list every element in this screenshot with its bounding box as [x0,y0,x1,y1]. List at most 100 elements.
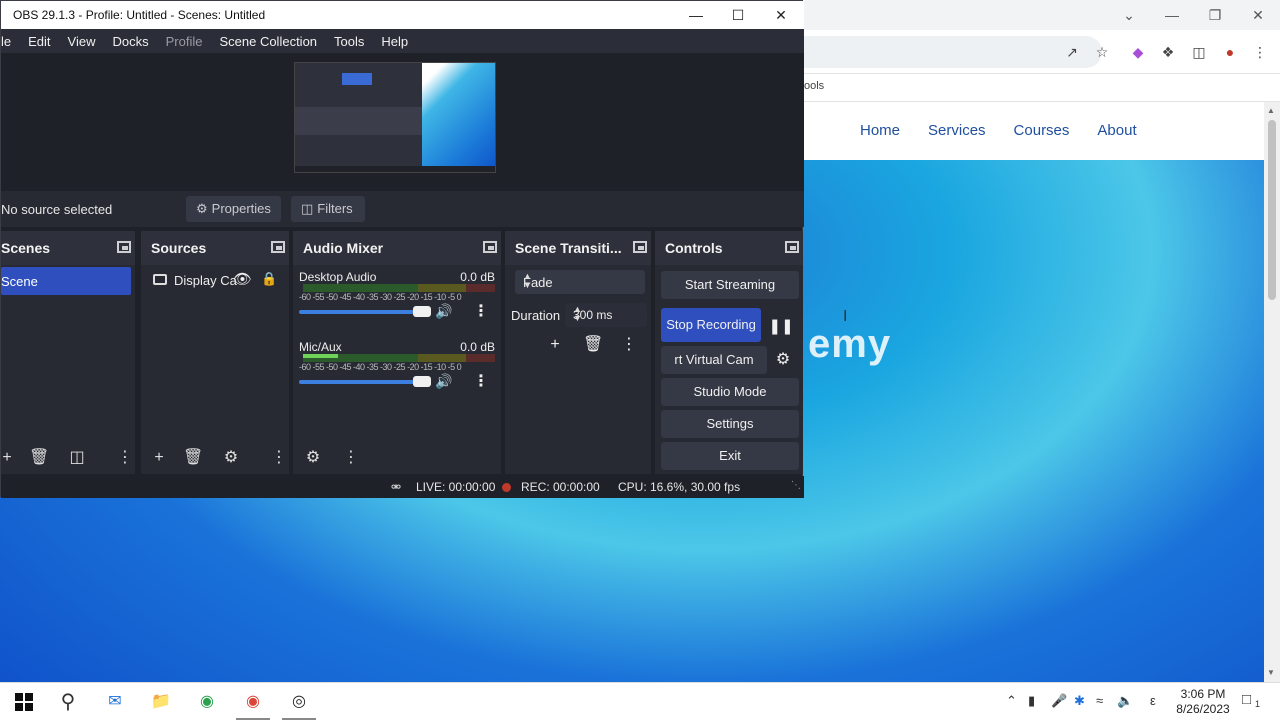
menu-help[interactable]: Help [381,34,408,49]
undock-icon[interactable] [633,241,647,253]
add-source-icon[interactable]: + [149,448,169,468]
wifi-icon[interactable]: ≈ [1096,693,1103,708]
volume-slider-handle[interactable] [413,306,431,317]
stop-recording-button[interactable]: Stop Recording [661,308,761,342]
exit-button[interactable]: Exit [661,442,799,470]
filters-button[interactable]: ◫ Filters [291,196,365,222]
extension-icon[interactable]: ◆ [1128,42,1148,62]
virtual-camera-gear-icon[interactable]: ⚙ [769,346,797,374]
advanced-audio-gear-icon[interactable]: ⚙ [303,448,323,468]
volume-slider[interactable] [299,310,427,314]
speaker-icon[interactable]: 🔊 [435,303,452,320]
chrome-icon[interactable]: ◉ [241,690,265,714]
pause-recording-icon[interactable]: ❚❚ [765,310,797,344]
scene-filters-icon[interactable]: ◫ [67,448,87,468]
menu-edit[interactable]: Edit [28,34,50,49]
channel-name: Desktop Audio [299,270,377,284]
nav-courses[interactable]: Courses [1014,122,1070,139]
microphone-icon[interactable]: 🎤 [1051,693,1067,709]
sources-more-icon[interactable]: ⋮ [269,448,289,468]
remove-scene-icon[interactable]: 🗑 [29,448,49,468]
add-scene-icon[interactable]: + [0,448,17,468]
audio-mixer-dock: Audio Mixer Desktop Audio 0.0 dB -60 -55… [293,231,501,474]
notification-icon[interactable]: □ [1242,691,1251,708]
menu-profile[interactable]: Profile [166,34,203,49]
maximize-icon[interactable]: ☐ [723,4,753,26]
page-scrollbar[interactable]: ▲ ▼ [1264,102,1280,682]
battery-icon[interactable]: ▮ [1028,693,1035,709]
channel-menu-icon[interactable]: ⋮ [473,371,489,391]
bookmark-item[interactable]: ools [804,80,824,92]
browser-menu-icon[interactable]: ⋮ [1250,42,1270,62]
address-bar[interactable] [802,36,1102,68]
volume-icon[interactable]: 🔈 [1117,693,1133,709]
chevron-updown-icon[interactable]: ▲ ▼ [573,305,641,323]
mail-icon[interactable]: ✉ [103,690,127,714]
minimize-icon[interactable]: — [1157,4,1187,26]
minimize-icon[interactable]: — [681,4,711,26]
windows-start-icon[interactable] [12,690,36,714]
obs-titlebar[interactable]: OBS 29.1.3 - Profile: Untitled - Scenes:… [1,1,804,29]
source-properties-gear-icon[interactable]: ⚙ [221,448,241,468]
properties-button[interactable]: ⚙ Properties [186,196,281,222]
menu-file[interactable]: le [1,34,11,49]
menu-scene-collection[interactable]: Scene Collection [219,34,317,49]
studio-mode-button[interactable]: Studio Mode [661,378,799,406]
volume-slider-handle[interactable] [413,376,431,387]
bookmark-star-icon[interactable]: ☆ [1092,42,1112,62]
nav-services[interactable]: Services [928,122,986,139]
properties-label: Properties [211,201,271,216]
transitions-dock-header: Scene Transiti... [505,231,651,265]
close-icon[interactable]: ✕ [766,4,796,26]
obs-app-icon[interactable]: ◎ [287,690,311,714]
restore-icon[interactable]: ❐ [1200,4,1230,26]
menu-tools[interactable]: Tools [334,34,364,49]
system-clock[interactable]: 3:06 PM 8/26/2023 [1168,687,1238,717]
scenes-title: Scenes [1,240,51,256]
resize-grip-icon[interactable]: ⋱ [791,480,801,491]
tab-search-chevron-icon[interactable]: ⌄ [1114,4,1144,26]
volume-slider[interactable] [299,380,427,384]
scroll-up-icon[interactable]: ▲ [1267,106,1275,115]
menu-docks[interactable]: Docks [112,34,148,49]
close-icon[interactable]: ✕ [1243,4,1273,26]
scrollbar-thumb[interactable] [1268,120,1276,300]
undock-icon[interactable] [785,241,799,253]
share-icon[interactable]: ↗ [1062,42,1082,62]
puzzle-icon[interactable]: ❖ [1158,42,1178,62]
source-list-item[interactable]: Display Ca 👁 🔒 [151,271,279,291]
scroll-down-icon[interactable]: ▼ [1267,668,1275,677]
file-explorer-icon[interactable]: 📁 [149,690,173,714]
visibility-eye-icon[interactable]: 👁 [233,270,252,288]
nav-home[interactable]: Home [860,122,900,139]
side-panel-icon[interactable]: ◫ [1189,42,1209,62]
speaker-icon[interactable]: 🔊 [435,373,452,390]
start-virtual-camera-button[interactable]: rt Virtual Cam [661,346,767,374]
scenes-more-icon[interactable]: ⋮ [115,448,135,468]
undock-icon[interactable] [483,241,497,253]
settings-button[interactable]: Settings [661,410,799,438]
nav-about[interactable]: About [1097,122,1136,139]
search-icon[interactable]: ⚲ [56,690,80,714]
input-language[interactable]: ε [1150,693,1156,708]
mixer-more-icon[interactable]: ⋮ [341,448,361,468]
start-streaming-button[interactable]: Start Streaming [661,271,799,299]
bluetooth-icon[interactable]: ✱ [1074,693,1085,709]
profile-avatar-icon[interactable]: ● [1220,42,1240,62]
remove-transition-icon[interactable]: 🗑 [583,335,603,355]
tray-chevron-up-icon[interactable]: ⌃ [1006,693,1017,709]
undock-icon[interactable] [117,241,131,253]
add-transition-icon[interactable]: + [545,335,565,355]
remove-source-icon[interactable]: 🗑 [183,448,203,468]
scene-list-item[interactable]: Scene [1,267,131,295]
lock-icon[interactable]: 🔒 [261,271,277,287]
filter-icon: ◫ [301,201,314,216]
chrome-profile-icon[interactable]: ◉ [195,690,219,714]
preview-canvas[interactable] [294,62,496,173]
undock-icon[interactable] [271,241,285,253]
menu-view[interactable]: View [68,34,96,49]
transitions-more-icon[interactable]: ⋮ [619,335,639,355]
duration-spinbox[interactable]: 300 ms ▲ ▼ [565,303,647,327]
transition-select[interactable]: Fade ▲ ▼ [515,270,645,294]
channel-menu-icon[interactable]: ⋮ [473,301,489,321]
